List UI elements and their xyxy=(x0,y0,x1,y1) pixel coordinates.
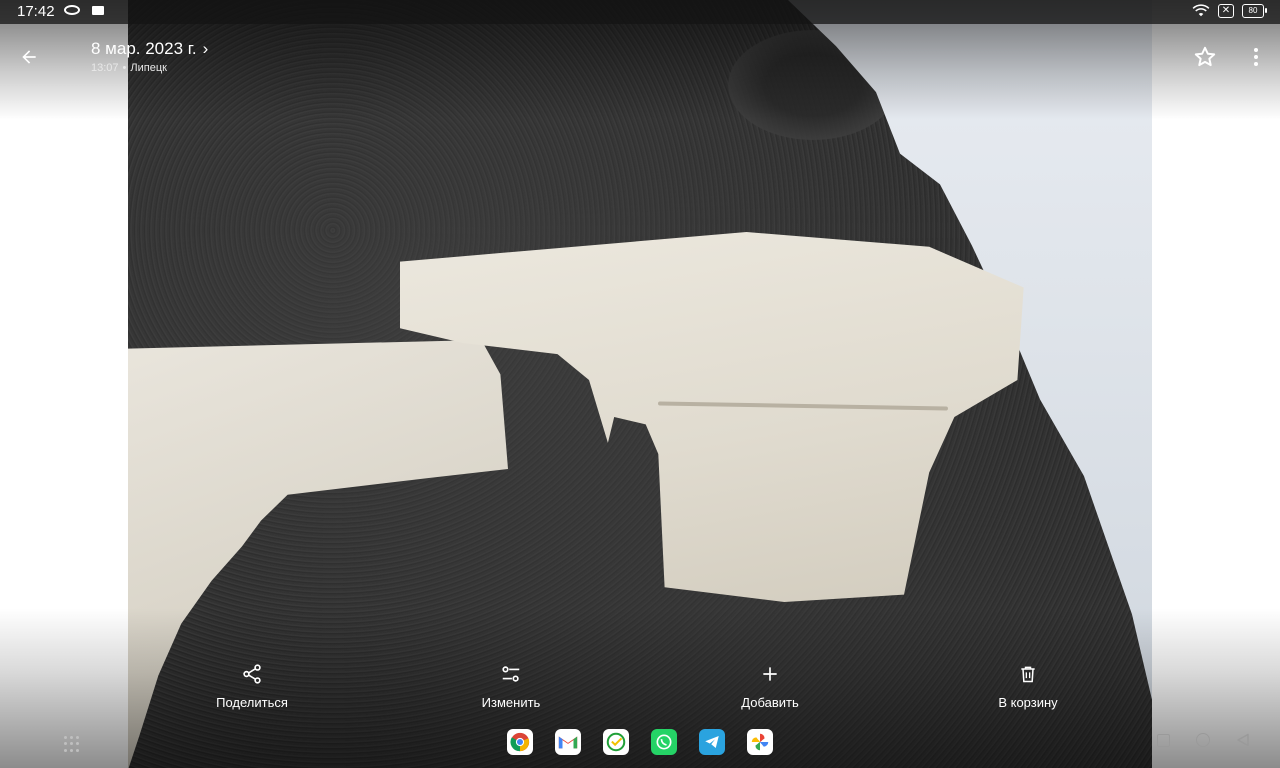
grid-dot xyxy=(64,736,67,739)
battery-icon: 80 xyxy=(1242,4,1267,18)
status-left-icons xyxy=(64,5,104,15)
back-button[interactable] xyxy=(14,42,44,72)
action-bar: Поделиться Изменить Добавить В корзину xyxy=(128,652,1152,722)
add-button[interactable]: Добавить xyxy=(700,652,840,710)
grid-dot xyxy=(64,748,67,752)
trash-button[interactable]: В корзину xyxy=(958,652,1098,710)
edit-sliders-icon xyxy=(498,661,524,687)
status-time: 17:42 xyxy=(17,3,55,20)
battery-level: 80 xyxy=(1248,6,1258,15)
grid-dot xyxy=(70,748,73,752)
grid-dot xyxy=(70,736,73,739)
chrome-icon[interactable] xyxy=(507,729,533,755)
status-right-icons: ✕ 80 xyxy=(1192,4,1267,18)
recents-button[interactable] xyxy=(1157,733,1170,747)
photo-viewer-screen: 17:42 ✕ 80 8 мар. 2023 г. › 13:07 • Липе… xyxy=(0,0,1280,768)
photo-date-text: 8 мар. 2023 г. xyxy=(91,39,197,58)
trash-label: В корзину xyxy=(998,695,1058,710)
share-button[interactable]: Поделиться xyxy=(182,652,322,710)
app-drawer-icon[interactable] xyxy=(64,736,80,752)
grid-dot xyxy=(70,742,73,746)
plus-icon xyxy=(757,661,783,687)
more-dot xyxy=(1254,62,1258,66)
gmail-icon[interactable] xyxy=(555,729,581,755)
edit-button[interactable]: Изменить xyxy=(441,652,581,710)
chevron-right-icon: › xyxy=(202,39,209,58)
grid-dot xyxy=(64,742,67,746)
more-options-button[interactable] xyxy=(1248,44,1264,70)
sber-icon[interactable] xyxy=(603,729,629,755)
more-vert-icon xyxy=(1254,48,1258,52)
subtitle-separator: • xyxy=(122,62,127,74)
wifi-icon xyxy=(1192,4,1210,17)
google-photos-icon[interactable] xyxy=(747,729,773,755)
more-dot xyxy=(1254,55,1258,59)
grid-dot xyxy=(76,748,79,752)
share-label: Поделиться xyxy=(216,695,288,710)
ring-icon xyxy=(64,5,80,15)
photo-location: Липецк xyxy=(130,62,167,74)
edit-label: Изменить xyxy=(481,695,541,710)
star-icon xyxy=(1194,46,1216,67)
photo-time: 13:07 xyxy=(91,62,119,74)
photo-subtitle: 13:07 • Липецк xyxy=(91,62,208,74)
favorite-button[interactable] xyxy=(1192,44,1218,70)
grid-dot xyxy=(76,742,79,746)
notification-square-icon xyxy=(92,5,104,15)
back-arrow-icon xyxy=(22,50,36,64)
title-block[interactable]: 8 мар. 2023 г. › 13:07 • Липецк xyxy=(91,39,208,74)
share-icon xyxy=(239,661,265,687)
app-dock xyxy=(507,729,773,755)
whatsapp-icon[interactable] xyxy=(651,729,677,755)
status-bar: 17:42 ✕ 80 xyxy=(0,0,1280,24)
add-label: Добавить xyxy=(741,695,799,710)
no-sim-icon: ✕ xyxy=(1218,4,1234,18)
app-bar: 8 мар. 2023 г. › 13:07 • Липецк xyxy=(0,24,1280,88)
telegram-icon[interactable] xyxy=(699,729,725,755)
system-nav xyxy=(1157,733,1250,747)
nav-back-icon[interactable] xyxy=(1236,733,1250,747)
trash-icon xyxy=(1015,661,1041,687)
photo-date[interactable]: 8 мар. 2023 г. › xyxy=(91,39,208,59)
home-button[interactable] xyxy=(1196,733,1210,747)
grid-dot xyxy=(76,736,79,739)
